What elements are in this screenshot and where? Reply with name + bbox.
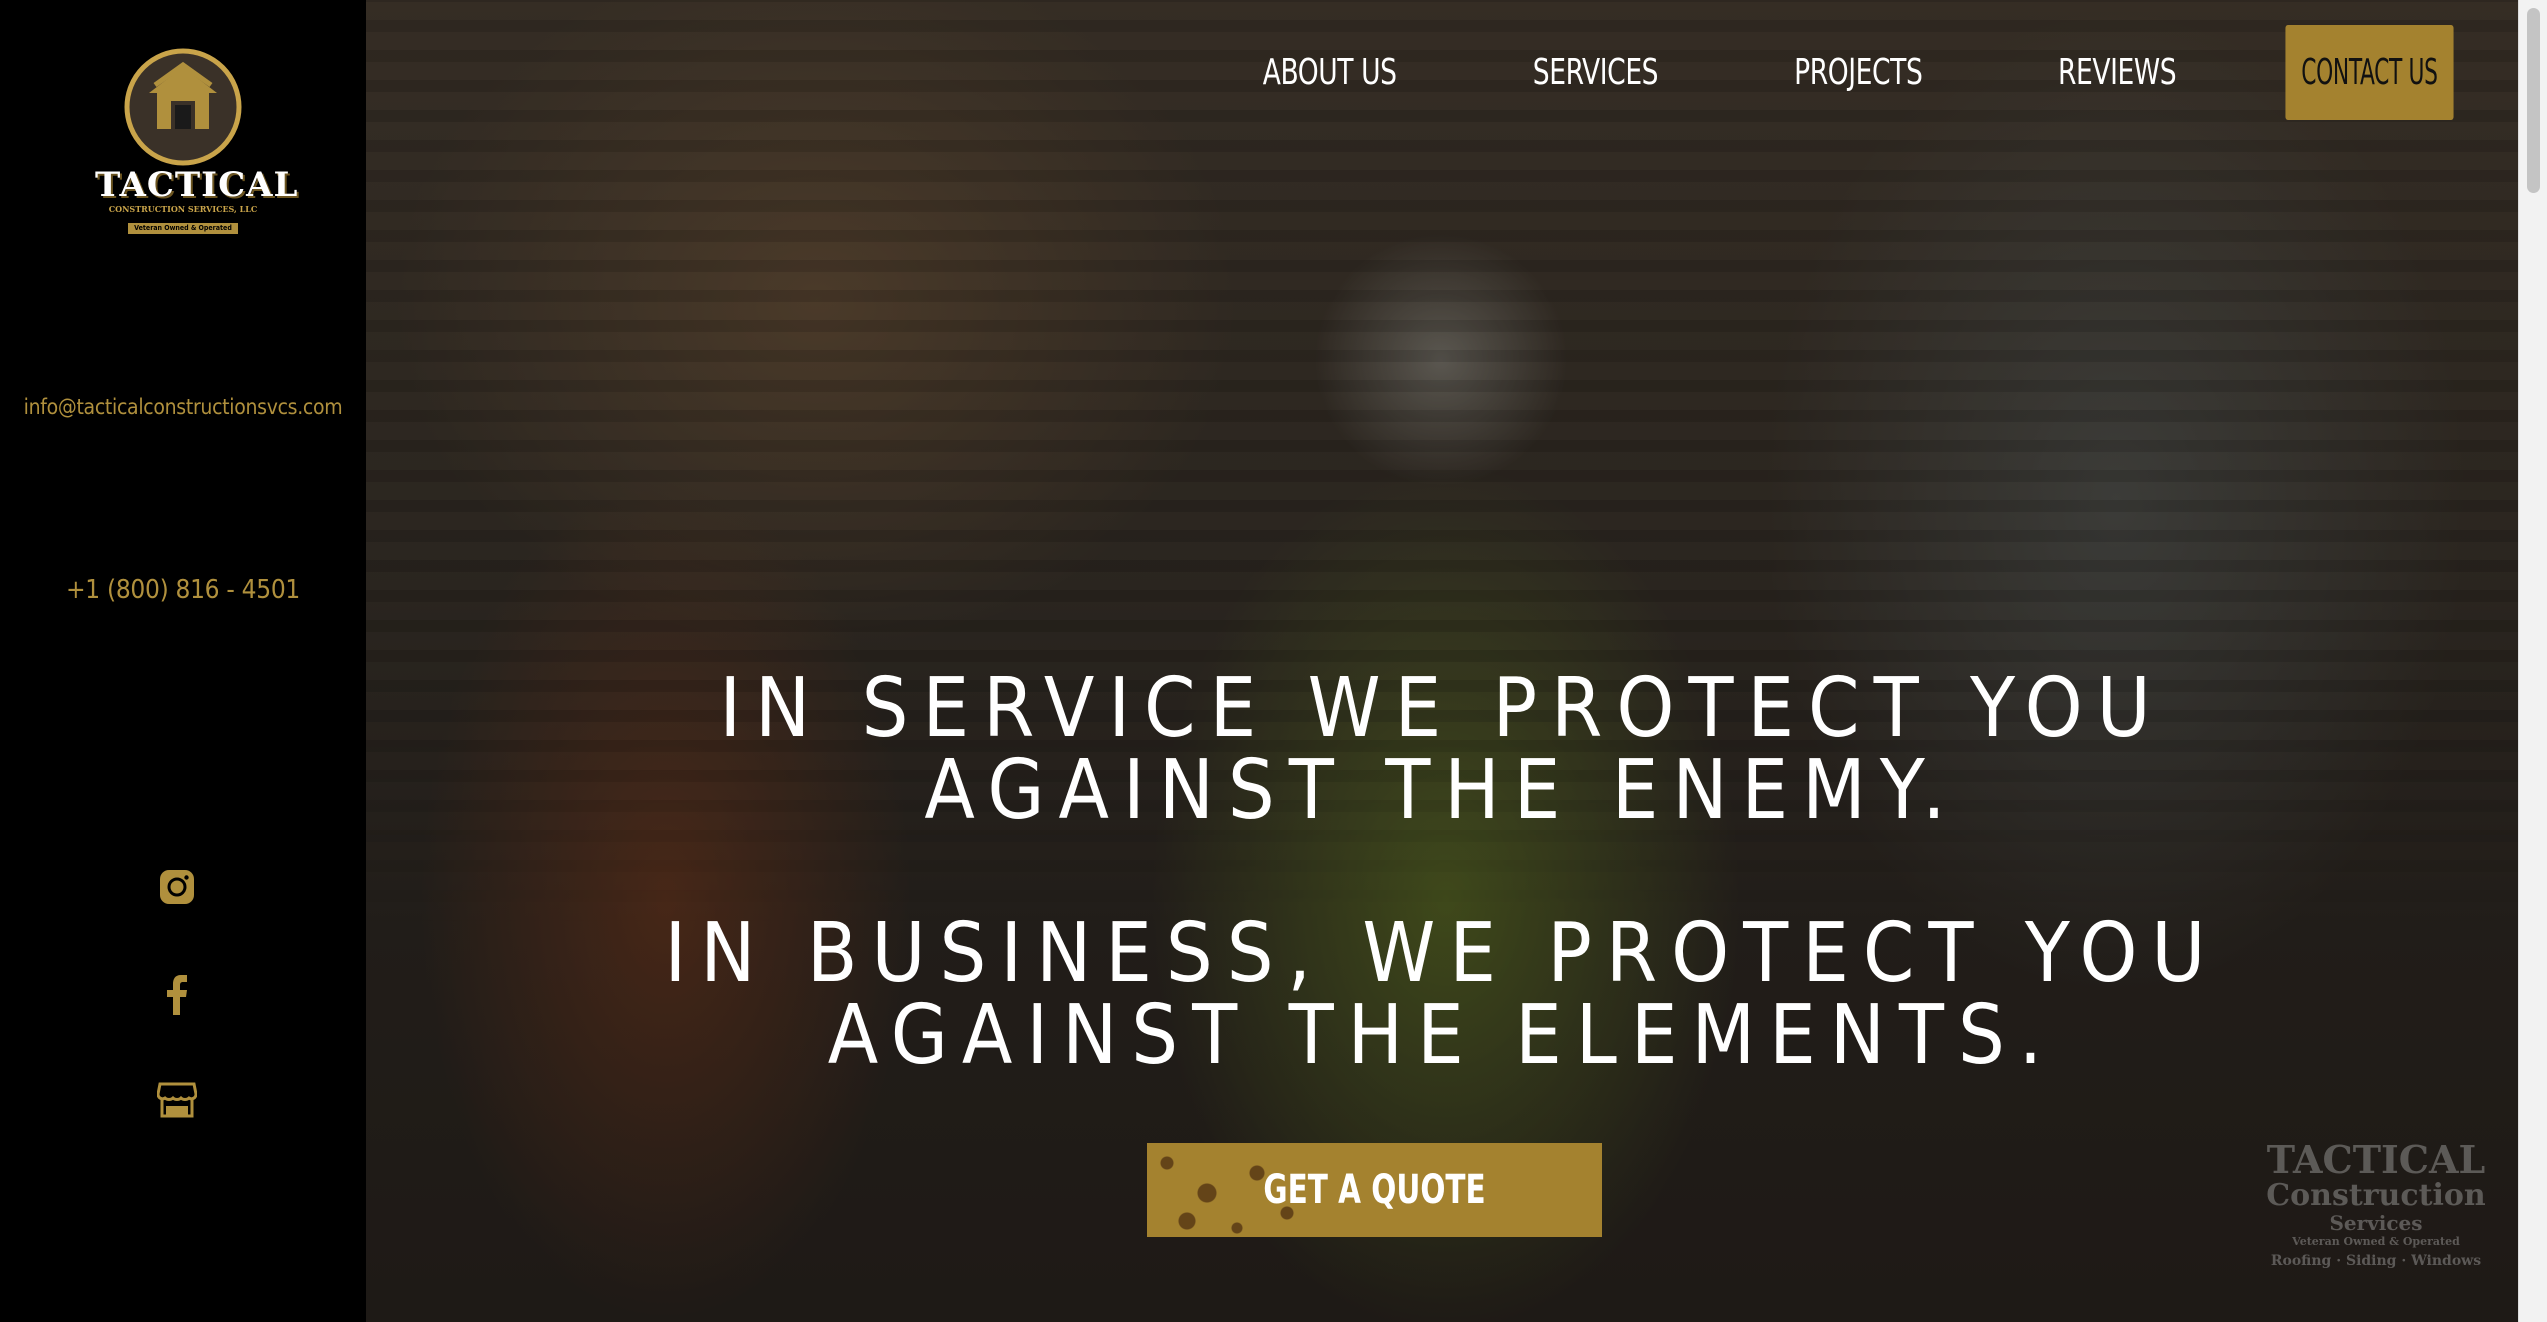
logo-subtitle: CONSTRUCTION SERVICES, LLC bbox=[108, 204, 258, 214]
nav-projects[interactable]: PROJECTS bbox=[1794, 52, 1923, 93]
company-logo[interactable]: TACTICAL CONSTRUCTION SERVICES, LLC Vete… bbox=[95, 45, 299, 235]
top-nav: ABOUT US SERVICES PROJECTS REVIEWS CONTA… bbox=[1140, 25, 2518, 120]
page-scrollbar[interactable] bbox=[2518, 0, 2547, 1322]
scrollbar-thumb[interactable] bbox=[2527, 8, 2540, 193]
nav-services[interactable]: SERVICES bbox=[1533, 52, 1659, 93]
hero-headline-2: IN BUSINESS, WE PROTECT YOU AGAINST THE … bbox=[366, 913, 2518, 1077]
watermark-line-1: TACTICAL bbox=[2266, 1137, 2486, 1182]
contact-us-label: CONTACT US bbox=[2301, 52, 2438, 93]
contact-us-button[interactable]: CONTACT US bbox=[2285, 25, 2454, 120]
watermark-line-4: Veteran Owned & Operated bbox=[2292, 1235, 2460, 1248]
phone-link[interactable]: +1 (800) 816 - 4501 bbox=[0, 575, 366, 605]
get-a-quote-button[interactable]: GET A QUOTE bbox=[1147, 1143, 1602, 1237]
hero-line-1: IN SERVICE WE PROTECT YOU bbox=[719, 661, 2165, 756]
hero-line-4: AGAINST THE ELEMENTS. bbox=[827, 988, 2057, 1083]
storefront-icon[interactable] bbox=[155, 1078, 199, 1122]
hero-headline-1: IN SERVICE WE PROTECT YOU AGAINST THE EN… bbox=[366, 668, 2518, 832]
watermark-line-5: Roofing · Siding · Windows bbox=[2270, 1253, 2482, 1269]
logo-brand: TACTICAL bbox=[95, 165, 299, 205]
watermark-line-3: Services bbox=[2329, 1211, 2423, 1235]
logo-tagline: Veteran Owned & Operated bbox=[128, 223, 238, 234]
get-a-quote-label: GET A QUOTE bbox=[1263, 1167, 1486, 1213]
sidebar: TACTICAL CONSTRUCTION SERVICES, LLC Vete… bbox=[0, 0, 366, 1322]
facebook-icon[interactable] bbox=[155, 973, 199, 1017]
hero-line-2: AGAINST THE ENEMY. bbox=[924, 743, 1960, 838]
hero-line-3: IN BUSINESS, WE PROTECT YOU bbox=[664, 906, 2220, 1001]
nav-reviews[interactable]: REVIEWS bbox=[2058, 52, 2177, 93]
nav-about-us[interactable]: ABOUT US bbox=[1263, 52, 1397, 93]
watermark-logo: TACTICAL Construction Services Veteran O… bbox=[2266, 1140, 2486, 1322]
instagram-icon[interactable] bbox=[155, 865, 199, 909]
email-link[interactable]: info@tacticalconstructionsvcs.com bbox=[0, 395, 366, 419]
hero-section: ABOUT US SERVICES PROJECTS REVIEWS CONTA… bbox=[366, 0, 2518, 1322]
watermark-line-2: Construction bbox=[2266, 1178, 2486, 1213]
